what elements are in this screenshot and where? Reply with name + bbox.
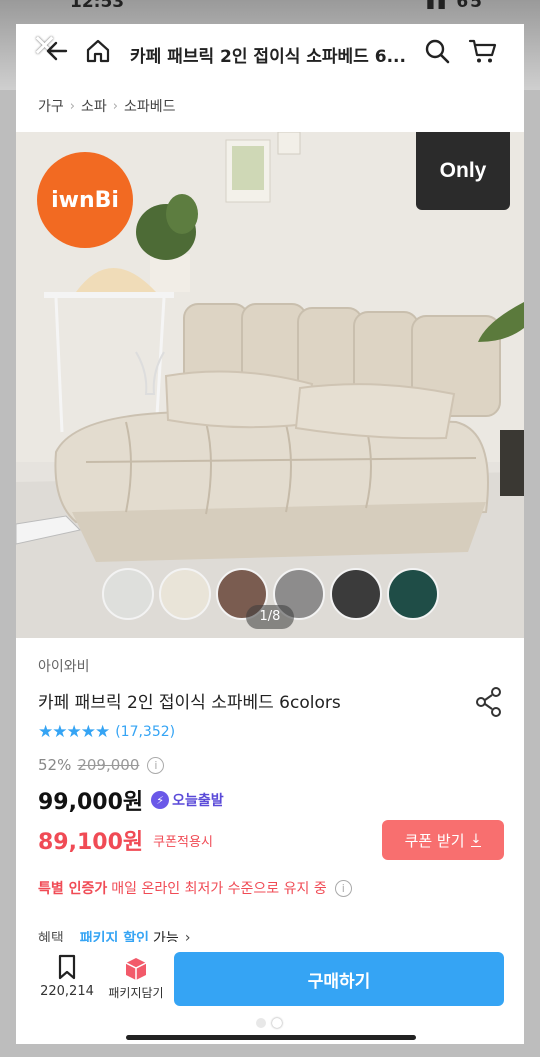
status-time: 12:53	[70, 0, 125, 12]
cart-icon[interactable]	[468, 37, 498, 65]
sale-price-row: 99,000원 ⚡ 오늘출발	[38, 784, 224, 816]
search-icon[interactable]	[424, 38, 450, 64]
buy-button[interactable]: 구매하기	[174, 952, 504, 1006]
bottom-action-bar: 220,214 패키지담기 구매하기	[16, 942, 524, 1044]
status-icons: ▮▮ 65	[425, 0, 484, 12]
breadcrumb: 가구 › 소파 › 소파베드	[38, 94, 175, 118]
color-swatch[interactable]	[102, 568, 154, 620]
info-icon[interactable]: i	[334, 879, 352, 897]
top-app-bar: ✕ 카페 패브릭 2인 접이식 소파베드 6...	[16, 24, 524, 88]
brand-name[interactable]: 아이와비	[38, 656, 90, 676]
home-icon[interactable]	[84, 37, 112, 65]
coupon-price-row: 89,100원 쿠폰적용시	[38, 824, 213, 856]
get-coupon-label: 쿠폰 받기	[404, 831, 465, 850]
today-delivery-label: 오늘출발	[172, 793, 224, 809]
color-swatch[interactable]	[159, 568, 211, 620]
star-rating-icon: ★★★★★	[38, 722, 110, 742]
brand-logo: iwnBi	[37, 152, 133, 248]
coupon-price: 89,100원	[38, 830, 144, 855]
breadcrumb-item-sofa[interactable]: 소파	[81, 96, 107, 116]
breadcrumb-item-sofabed[interactable]: 소파베드	[124, 96, 176, 116]
back-arrow-icon[interactable]	[44, 38, 70, 64]
original-price-row: 52% 209,000 i	[38, 756, 165, 774]
today-delivery-badge: ⚡ 오늘출발	[151, 790, 224, 810]
only-badge: Only	[416, 132, 510, 210]
home-indicator	[126, 1035, 416, 1040]
review-count[interactable]: (17,352)	[115, 724, 175, 740]
package-label: 패키지담기	[108, 986, 164, 1000]
page-dot-active	[272, 1018, 282, 1028]
package-box-icon	[125, 958, 147, 980]
discount-rate: 52%	[38, 756, 72, 774]
save-button[interactable]: 220,214	[36, 954, 98, 1008]
coupon-note: 쿠폰적용시	[153, 834, 213, 850]
color-swatch[interactable]	[387, 568, 439, 620]
chevron-right-icon: ›	[69, 98, 75, 114]
lightning-icon: ⚡	[151, 791, 170, 809]
product-page: ✕ 카페 패브릭 2인 접이식 소파베드 6... 가구 › 소파 › 소파베드	[16, 24, 524, 1044]
notice-highlight: 특별 인증가	[38, 881, 108, 897]
price-notice: 특별 인증가 매일 온라인 최저가 수준으로 유지 중 i	[38, 878, 352, 898]
page-dot	[256, 1018, 266, 1028]
add-package-button[interactable]: 패키지담기	[104, 954, 168, 1008]
original-price: 209,000	[77, 756, 140, 774]
download-icon: ↓	[470, 831, 482, 847]
info-icon[interactable]: i	[147, 756, 165, 774]
breadcrumb-item-furniture[interactable]: 가구	[38, 96, 64, 116]
notice-text: 매일 온라인 최저가 수준으로 유지 중	[111, 881, 327, 897]
product-title: 카페 패브릭 2인 접이식 소파베드 6colors	[38, 693, 341, 713]
status-bar: 12:53 ▮▮ 65	[0, 0, 540, 12]
bookmark-icon	[58, 954, 76, 980]
page-indicator	[253, 1018, 285, 1028]
page-title: 카페 패브릭 2인 접이식 소파베드 6...	[130, 47, 406, 67]
save-count: 220,214	[40, 984, 94, 999]
image-pager: 1/8	[246, 605, 294, 629]
chevron-right-icon: ›	[112, 98, 118, 114]
color-swatch[interactable]	[330, 568, 382, 620]
share-icon[interactable]	[474, 686, 504, 718]
get-coupon-button[interactable]: 쿠폰 받기 ↓	[382, 820, 504, 860]
product-image-carousel[interactable]: iwnBi Only 1/8	[16, 132, 524, 638]
rating-row[interactable]: ★★★★★ (17,352)	[38, 722, 175, 742]
sale-price: 99,000원	[38, 790, 144, 815]
